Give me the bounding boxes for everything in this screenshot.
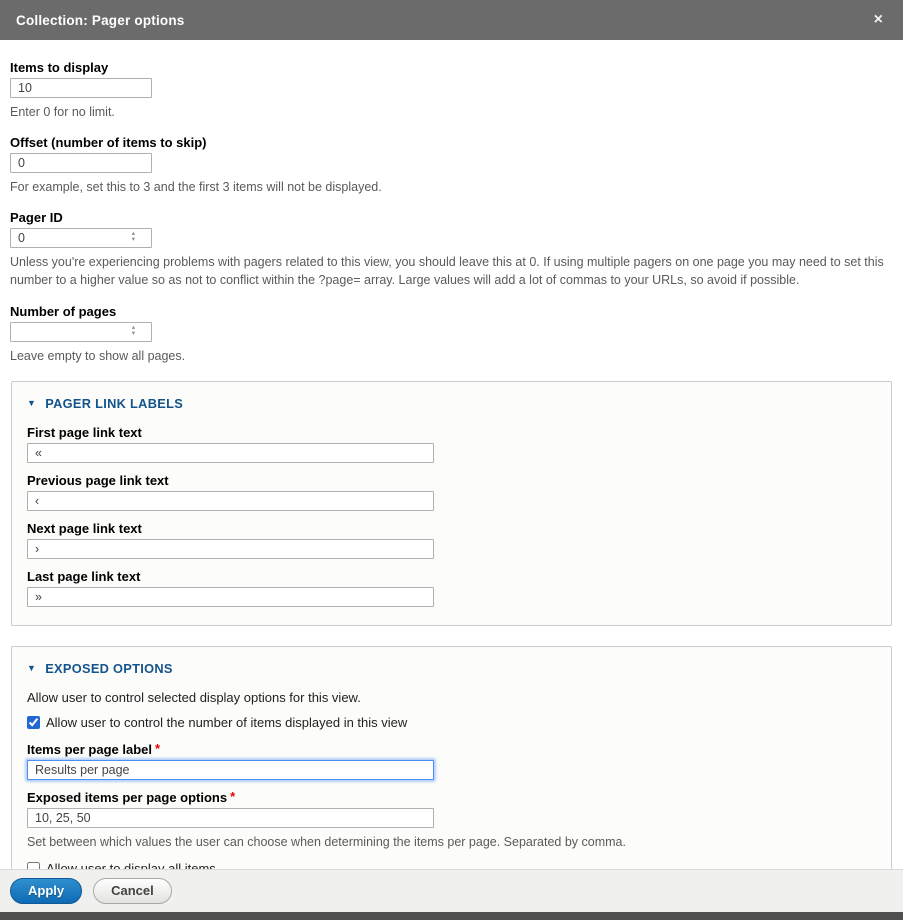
control-items-checkbox-label: Allow user to control the number of item… bbox=[46, 715, 407, 730]
required-asterisk: * bbox=[230, 789, 235, 804]
previous-page-link-group: Previous page link text bbox=[27, 473, 876, 511]
exposed-items-options-input[interactable] bbox=[27, 808, 434, 828]
pager-id-help: Unless you're experiencing problems with… bbox=[10, 253, 890, 289]
first-page-link-group: First page link text bbox=[27, 425, 876, 463]
pager-link-labels-legend[interactable]: ▼ PAGER LINK LABELS bbox=[27, 396, 876, 411]
dialog-titlebar: Collection: Pager options × bbox=[0, 0, 903, 40]
offset-help: For example, set this to 3 and the first… bbox=[10, 178, 890, 196]
pager-link-labels-legend-text: PAGER LINK LABELS bbox=[45, 396, 183, 411]
next-page-link-label: Next page link text bbox=[27, 521, 876, 536]
cancel-button[interactable]: Cancel bbox=[93, 878, 172, 904]
close-icon[interactable]: × bbox=[870, 10, 887, 30]
exposed-options-description: Allow user to control selected display o… bbox=[27, 690, 876, 705]
items-per-page-label-group: Items per page label* bbox=[27, 742, 876, 780]
dialog-title: Collection: Pager options bbox=[16, 13, 870, 28]
control-items-checkbox[interactable] bbox=[27, 716, 40, 729]
number-of-pages-help: Leave empty to show all pages. bbox=[10, 347, 890, 365]
first-page-link-input[interactable] bbox=[27, 443, 434, 463]
pager-id-input[interactable] bbox=[10, 228, 152, 248]
last-page-link-input[interactable] bbox=[27, 587, 434, 607]
number-spinner-icon[interactable]: ▴▾ bbox=[132, 325, 135, 337]
pager-id-label: Pager ID bbox=[10, 210, 893, 225]
next-page-link-group: Next page link text bbox=[27, 521, 876, 559]
control-items-checkbox-row: Allow user to control the number of item… bbox=[27, 715, 876, 730]
exposed-items-options-group: Exposed items per page options* Set betw… bbox=[27, 790, 876, 851]
exposed-items-options-label: Exposed items per page options bbox=[27, 790, 227, 805]
items-to-display-label: Items to display bbox=[10, 60, 893, 75]
number-of-pages-label: Number of pages bbox=[10, 304, 893, 319]
display-all-checkbox-row: Allow user to display all items bbox=[27, 861, 876, 869]
next-page-link-input[interactable] bbox=[27, 539, 434, 559]
exposed-options-legend-text: EXPOSED OPTIONS bbox=[45, 661, 173, 676]
exposed-options-fieldset: ▼ EXPOSED OPTIONS Allow user to control … bbox=[11, 646, 892, 869]
last-page-link-group: Last page link text bbox=[27, 569, 876, 607]
items-to-display-group: Items to display Enter 0 for no limit. bbox=[10, 60, 893, 121]
collapse-arrow-icon: ▼ bbox=[27, 663, 36, 673]
items-to-display-help: Enter 0 for no limit. bbox=[10, 103, 890, 121]
items-per-page-label-input[interactable] bbox=[27, 760, 434, 780]
previous-page-link-label: Previous page link text bbox=[27, 473, 876, 488]
exposed-items-options-help: Set between which values the user can ch… bbox=[27, 833, 876, 851]
display-all-checkbox-label: Allow user to display all items bbox=[46, 861, 216, 869]
items-to-display-input[interactable] bbox=[10, 78, 152, 98]
dialog-content: Items to display Enter 0 for no limit. O… bbox=[0, 40, 903, 869]
page-background-edge bbox=[0, 912, 903, 920]
number-of-pages-group: Number of pages ▴▾ Leave empty to show a… bbox=[10, 304, 893, 365]
first-page-link-label: First page link text bbox=[27, 425, 876, 440]
pager-link-labels-fieldset: ▼ PAGER LINK LABELS First page link text… bbox=[11, 381, 892, 626]
offset-label: Offset (number of items to skip) bbox=[10, 135, 893, 150]
number-of-pages-input[interactable] bbox=[10, 322, 152, 342]
last-page-link-label: Last page link text bbox=[27, 569, 876, 584]
number-spinner-icon[interactable]: ▴▾ bbox=[132, 231, 135, 243]
display-all-checkbox[interactable] bbox=[27, 862, 40, 869]
collapse-arrow-icon: ▼ bbox=[27, 398, 36, 408]
offset-group: Offset (number of items to skip) For exa… bbox=[10, 135, 893, 196]
previous-page-link-input[interactable] bbox=[27, 491, 434, 511]
dialog-footer: Apply Cancel bbox=[0, 869, 903, 912]
required-asterisk: * bbox=[155, 741, 160, 756]
apply-button[interactable]: Apply bbox=[10, 878, 82, 904]
exposed-options-legend[interactable]: ▼ EXPOSED OPTIONS bbox=[27, 661, 876, 676]
items-per-page-label-label: Items per page label bbox=[27, 742, 152, 757]
pager-id-group: Pager ID ▴▾ Unless you're experiencing p… bbox=[10, 210, 893, 289]
offset-input[interactable] bbox=[10, 153, 152, 173]
